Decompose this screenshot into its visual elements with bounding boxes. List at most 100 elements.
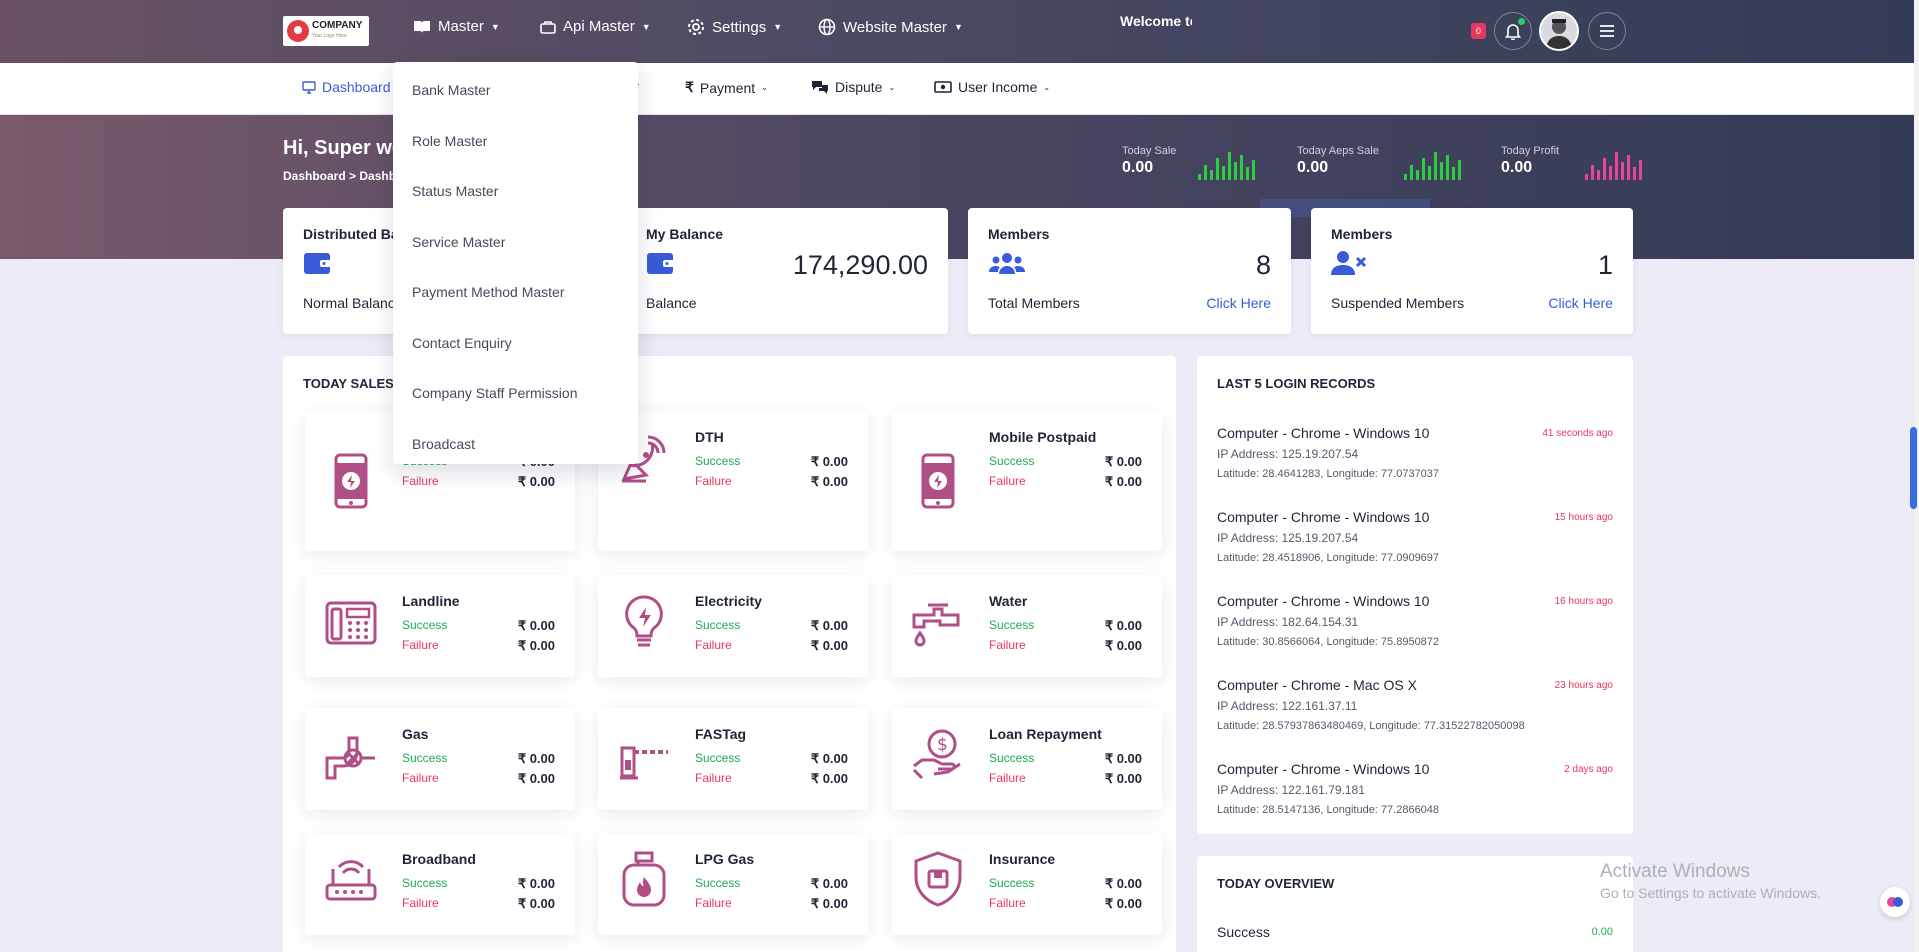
service-name: Gas	[402, 726, 429, 742]
scrollbar-thumb[interactable]	[1910, 427, 1917, 509]
failure-label: Failure	[402, 771, 439, 785]
success-amount: ₹ 0.00	[810, 751, 848, 766]
lightbulb-icon	[625, 595, 663, 647]
sparkline-bar	[1621, 161, 1624, 180]
caret-down-icon: ▼	[953, 22, 963, 32]
logo-tagline: Your Logo Here	[312, 33, 347, 39]
failure-amount: ₹ 0.00	[810, 638, 848, 653]
failure-label: Failure	[402, 896, 439, 910]
failure-amount: ₹ 0.00	[1104, 638, 1142, 653]
master-menu-item-service-master[interactable]: Service Master	[412, 234, 505, 250]
login-ip: IP Address: 182.64.154.31	[1217, 615, 1359, 629]
master-menu-item-company-staff-permission[interactable]: Company Staff Permission	[412, 385, 577, 401]
failure-amount: ₹ 0.00	[1104, 771, 1142, 786]
success-label: Success	[989, 454, 1035, 468]
breadcrumb-current: Dashboard	[359, 169, 393, 183]
topnav-api-master[interactable]: Api Master ▼	[540, 18, 651, 35]
caret-down-icon: ▼	[773, 22, 783, 32]
sparkline-bar	[1204, 164, 1207, 180]
money-bill-icon	[934, 81, 952, 93]
card-title: My Balance	[646, 226, 724, 242]
sparkline-bar	[1252, 160, 1255, 180]
login-ip: IP Address: 125.19.207.54	[1217, 531, 1359, 545]
sparkline-bar	[1234, 161, 1237, 180]
master-menu-item-status-master[interactable]: Status Master	[412, 183, 498, 199]
service-success-row: Success ₹ 0.00	[989, 618, 1142, 634]
login-record-item: Computer - Chrome - Windows 10 15 hours …	[1217, 509, 1613, 564]
topnav-website-master[interactable]: Website Master ▼	[818, 18, 963, 36]
overview-success-value: 0.00	[1591, 926, 1613, 938]
service-card-loan-repayment[interactable]: $ Loan Repayment Success ₹ 0.00 Failure ₹ …	[892, 708, 1162, 810]
service-card-broadband[interactable]: Broadband Success ₹ 0.00 Failure ₹ 0.00	[305, 833, 575, 935]
service-name: DTH	[695, 429, 724, 445]
suspended-members-link[interactable]: Click Here	[1548, 295, 1613, 311]
service-card-gas[interactable]: Gas Success ₹ 0.00 Failure ₹ 0.00	[305, 708, 575, 810]
overview-success-label: Success	[1217, 924, 1270, 940]
service-success-row: Success ₹ 0.00	[989, 751, 1142, 767]
breadcrumb-home[interactable]: Dashboard	[283, 169, 346, 183]
service-failure-row: Failure ₹ 0.00	[695, 638, 848, 654]
sparkline-today-sale	[1198, 150, 1255, 180]
login-device: Computer - Chrome - Windows 10	[1217, 509, 1430, 525]
subnav-dispute[interactable]: Dispute ⌄	[811, 79, 895, 95]
svg-text:$: $	[937, 735, 948, 755]
logo-text: COMPANY	[312, 20, 363, 31]
loan-hand-icon: $	[912, 729, 961, 780]
master-menu-item-role-master[interactable]: Role Master	[412, 133, 487, 149]
topnav-settings[interactable]: Settings ▼	[687, 18, 782, 36]
service-card-dth[interactable]: DTH Success ₹ 0.00 Failure ₹ 0.00	[598, 411, 868, 551]
briefcase-icon	[540, 20, 556, 34]
master-menu-item-broadcast[interactable]: Broadcast	[412, 436, 475, 452]
login-ip: IP Address: 122.161.37.11	[1217, 699, 1358, 713]
sparkline-today-aeps-sale	[1404, 150, 1461, 180]
service-card-electricity[interactable]: Electricity Success ₹ 0.00 Failure ₹ 0.00	[598, 575, 868, 677]
success-label: Success	[695, 876, 741, 890]
company-logo[interactable]: COMPANY Your Logo Here	[283, 16, 369, 46]
topnav-master[interactable]: Master ▼	[413, 18, 500, 35]
subnav-dashboard-label: Dashboard	[322, 79, 391, 95]
user-avatar[interactable]	[1539, 11, 1579, 51]
service-failure-row: Failure ₹ 0.00	[989, 474, 1142, 490]
service-card-insurance[interactable]: Insurance Success ₹ 0.00 Failure ₹ 0.00	[892, 833, 1162, 935]
card-subtitle: Suspended Members	[1331, 295, 1465, 311]
service-card-mobile-postpaid[interactable]: Mobile Postpaid Success ₹ 0.00 Failure ₹ 0…	[892, 411, 1162, 551]
card-subtitle: Balance	[646, 295, 697, 311]
floating-widget-button[interactable]	[1880, 887, 1910, 917]
wallet-icon	[647, 253, 675, 274]
success-label: Success	[402, 876, 448, 890]
success-amount: ₹ 0.00	[1104, 618, 1142, 633]
subnav-user-income[interactable]: User Income ⌄	[934, 79, 1050, 95]
failure-label: Failure	[989, 474, 1026, 488]
today-overview-title: TODAY OVERVIEW	[1217, 876, 1335, 891]
sparkline-bar	[1458, 160, 1461, 180]
service-card-lpg-gas[interactable]: LPG Gas Success ₹ 0.00 Failure ₹ 0.00	[598, 833, 868, 935]
caret-down-icon: ▼	[490, 21, 500, 32]
service-card-landline[interactable]: Landline Success ₹ 0.00 Failure ₹ 0.00	[305, 575, 575, 677]
user-avatar-icon	[1546, 19, 1572, 49]
login-record-item: Computer - Chrome - Windows 10 16 hours …	[1217, 593, 1613, 648]
success-label: Success	[695, 618, 741, 632]
login-records-panel: LAST 5 LOGIN RECORDS Computer - Chrome -…	[1197, 356, 1633, 834]
notifications-button[interactable]	[1494, 12, 1532, 50]
activate-windows-title: Activate Windows	[1600, 861, 1750, 882]
card-title: Members	[1331, 226, 1393, 242]
master-menu-item-contact-enquiry[interactable]: Contact Enquiry	[412, 335, 512, 351]
failure-amount: ₹ 0.00	[1104, 896, 1142, 911]
notification-count-badge: 0	[1471, 23, 1486, 39]
topnav-api-master-label: Api Master	[563, 18, 635, 35]
subnav-dashboard[interactable]: Dashboard	[302, 79, 391, 95]
stat-label: Today Aeps Sale	[1297, 145, 1379, 157]
total-members-link[interactable]: Click Here	[1206, 295, 1271, 311]
menu-toggle-button[interactable]	[1588, 12, 1626, 50]
brain-icon	[1887, 897, 1903, 907]
shield-icon	[914, 851, 962, 907]
master-menu-item-payment-method-master[interactable]: Payment Method Master	[412, 284, 565, 300]
stat-today-profit: Today Profit 0.00	[1501, 145, 1559, 177]
subnav-payment[interactable]: ₹ Payment ⌄	[685, 79, 768, 96]
users-group-icon	[989, 253, 1025, 274]
master-menu-item-bank-master[interactable]: Bank Master	[412, 82, 491, 98]
hamburger-menu-icon	[1600, 25, 1614, 37]
service-card-water[interactable]: Water Success ₹ 0.00 Failure ₹ 0.00	[892, 575, 1162, 677]
sparkline-bar	[1609, 166, 1612, 180]
service-card-fastag[interactable]: FASTag Success ₹ 0.00 Failure ₹ 0.00	[598, 708, 868, 810]
